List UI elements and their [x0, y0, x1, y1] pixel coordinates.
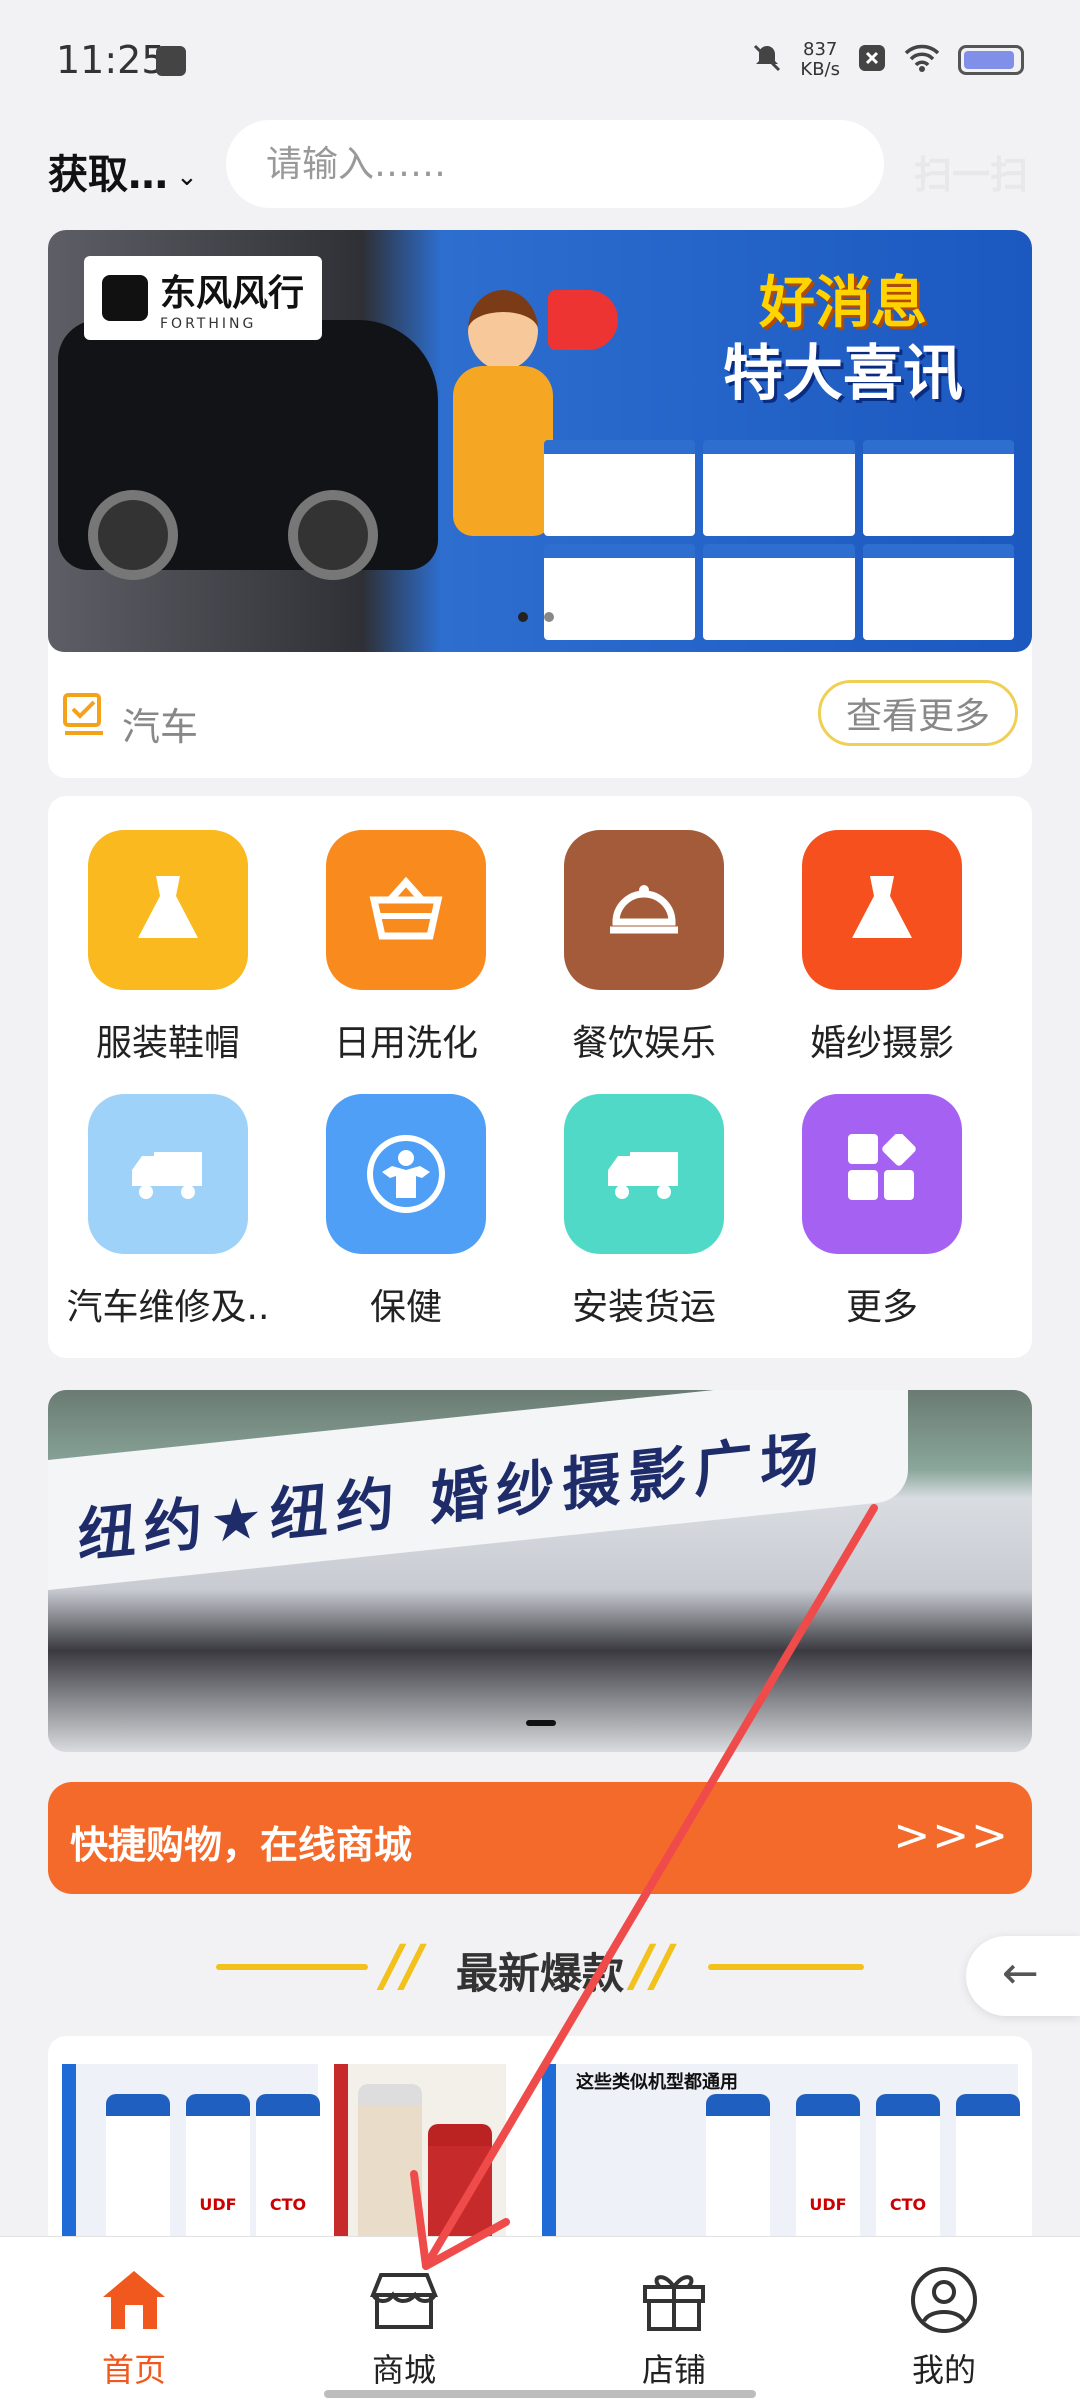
- see-more-button[interactable]: 查看更多: [818, 680, 1018, 746]
- section-header: 汽车 查看更多: [48, 652, 1032, 778]
- scan-button[interactable]: 扫一扫: [914, 144, 1028, 199]
- mall-banner-text: 快捷购物，在线商城: [70, 1823, 413, 1867]
- truck-icon: [608, 1152, 678, 1199]
- carousel-dots: [518, 612, 554, 622]
- close-notification-icon: [858, 44, 886, 76]
- category-label: 汽车维修及..: [66, 1287, 270, 1328]
- car-image: [58, 320, 438, 580]
- status-bar: 11:25 837 KB/s: [0, 0, 1080, 120]
- category-clothing[interactable]: 服装鞋帽: [48, 830, 288, 1090]
- chevron-down-icon: ⌄: [176, 162, 198, 192]
- store-icon: [370, 2273, 438, 2329]
- tab-label: 商城: [371, 2351, 436, 2389]
- dress-icon: [138, 876, 198, 938]
- promo-banner[interactable]: 东风风行 FORTHING 好消息 特大喜讯: [48, 230, 1032, 652]
- bottom-tab-bar: 首页 商城 店铺 我的: [0, 2236, 1080, 2408]
- tab-profile[interactable]: 我的: [854, 2265, 1034, 2391]
- category-more[interactable]: 更多: [762, 1094, 1002, 1354]
- brand-emblem-icon: [102, 275, 148, 321]
- product-note: 这些类似机型都通用: [576, 2072, 738, 2093]
- category-label: 保健: [369, 1287, 442, 1328]
- search-row: 获取… ⌄ 扫一扫: [0, 120, 1080, 210]
- category-daily[interactable]: 日用洗化: [286, 830, 526, 1090]
- profile-icon: [911, 2267, 977, 2333]
- category-grid: 服装鞋帽 日用洗化 餐饮娱乐 婚纱摄影 汽车维修及.. 保健 安装货运 更多: [48, 796, 1032, 1358]
- category-wedding[interactable]: 婚纱摄影: [762, 830, 1002, 1090]
- category-dining[interactable]: 餐饮娱乐: [524, 830, 764, 1090]
- category-label: 安装货运: [571, 1287, 716, 1328]
- slash-decoration: //: [632, 1934, 673, 1999]
- category-label: 服装鞋帽: [95, 1023, 240, 1064]
- home-icon: [103, 2271, 165, 2329]
- basket-icon: [369, 876, 443, 940]
- search-box[interactable]: [226, 120, 884, 208]
- mute-icon: [752, 43, 782, 77]
- category-label: 日用洗化: [333, 1023, 478, 1064]
- carousel-indicator: [526, 1720, 556, 1726]
- category-label: 餐饮娱乐: [571, 1023, 716, 1064]
- gift-icon: [643, 2275, 705, 2331]
- arrow-left-icon: ←: [1002, 1948, 1039, 1999]
- category-freight[interactable]: 安装货运: [524, 1094, 764, 1354]
- divider: [216, 1964, 368, 1970]
- status-right: 837 KB/s: [752, 40, 1024, 80]
- online-mall-banner[interactable]: 快捷购物，在线商城 >>>: [48, 1782, 1032, 1894]
- megaphone-icon: [548, 290, 618, 350]
- wifi-icon: [904, 44, 940, 76]
- car-listing-grid: [544, 440, 1014, 640]
- banner-headline: 好消息 特大喜讯: [723, 271, 963, 409]
- section-label: 汽车: [122, 705, 199, 749]
- back-float-button[interactable]: ←: [966, 1936, 1080, 2016]
- search-input[interactable]: [226, 120, 884, 208]
- category-label: 更多: [845, 1287, 918, 1328]
- slash-decoration: //: [382, 1934, 423, 1999]
- tile: [88, 830, 248, 990]
- truck-icon: [132, 1152, 202, 1199]
- category-health[interactable]: 保健: [286, 1094, 526, 1354]
- home-indicator: [324, 2390, 756, 2398]
- arrow-right-icon: >>>: [893, 1810, 1010, 1861]
- banner-card: 东风风行 FORTHING 好消息 特大喜讯 汽车 查看更多: [48, 230, 1032, 778]
- wedding-dress-icon: [852, 876, 912, 938]
- tab-home[interactable]: 首页: [44, 2265, 224, 2391]
- product-card[interactable]: 这些类似机型都通用 UDF CTO: [542, 2064, 1020, 2236]
- tab-label: 我的: [911, 2351, 976, 2389]
- status-time: 11:25: [56, 38, 166, 82]
- grid-icon: [848, 1134, 916, 1200]
- fitness-icon: [367, 1135, 445, 1213]
- location-label: 获取…: [48, 152, 168, 198]
- divider: [708, 1964, 864, 1970]
- tab-label: 首页: [101, 2351, 166, 2389]
- tab-store[interactable]: 商城: [314, 2265, 494, 2391]
- category-car-repair[interactable]: 汽车维修及..: [48, 1094, 288, 1354]
- battery-icon: [958, 45, 1024, 75]
- location-picker[interactable]: 获取… ⌄: [48, 142, 198, 200]
- product-card[interactable]: [334, 2064, 506, 2236]
- category-label: 婚纱摄影: [809, 1023, 954, 1064]
- product-list: UDF CTO 这些类似机型都通用 UDF CTO: [48, 2036, 1032, 2236]
- hot-title-text: 最新爆款: [456, 1949, 625, 1998]
- brand-logo: 东风风行 FORTHING: [84, 256, 323, 340]
- sim-icon: [156, 46, 186, 76]
- cloche-icon: [610, 885, 678, 934]
- checkbox-icon: [63, 693, 103, 735]
- product-card[interactable]: UDF CTO: [62, 2064, 320, 2236]
- section-title: // 最新爆款 //: [0, 1928, 1080, 2008]
- net-speed: 837 KB/s: [800, 39, 840, 80]
- tab-shop[interactable]: 店铺: [584, 2265, 764, 2391]
- storefront-banner[interactable]: 纽约★纽约 婚纱摄影广场: [48, 1390, 1032, 1752]
- tab-label: 店铺: [641, 2351, 706, 2389]
